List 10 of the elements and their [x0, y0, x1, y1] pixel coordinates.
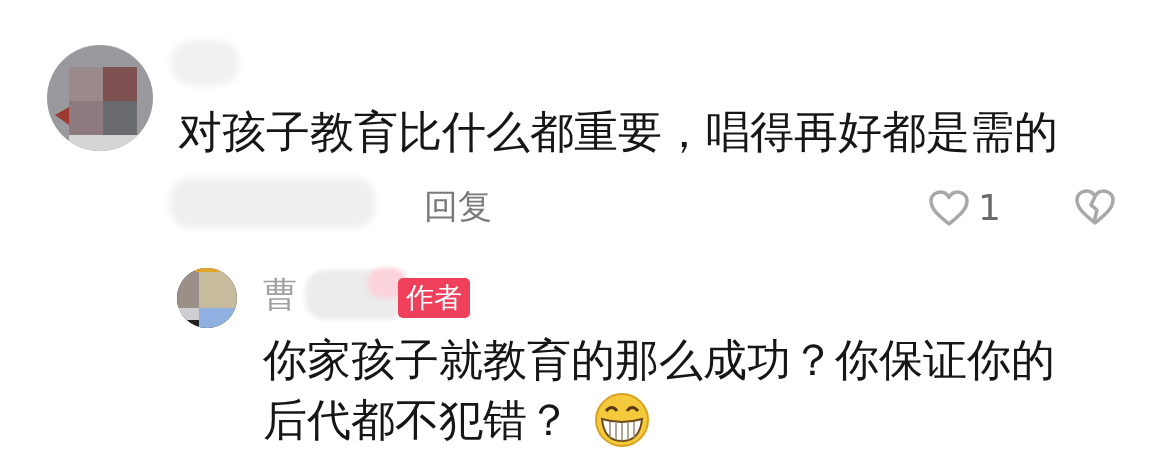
reply-text-line: 后代都不犯错？ — [263, 393, 571, 447]
comment-text: 对孩子教育比什么都重要，唱得再好都是需的 — [178, 105, 1058, 159]
like-count: 1 — [978, 186, 1001, 230]
reply-text-line: 你家孩子就教育的那么成功？你保证你的 — [263, 333, 1055, 387]
reply-link[interactable]: 回复 — [424, 184, 492, 228]
heart-icon[interactable] — [928, 189, 970, 227]
author-badge: 作者 — [398, 278, 470, 318]
author-name[interactable]: 曹 — [263, 272, 297, 316]
broken-heart-icon[interactable] — [1074, 188, 1116, 226]
grin-emoji-icon — [593, 393, 651, 447]
